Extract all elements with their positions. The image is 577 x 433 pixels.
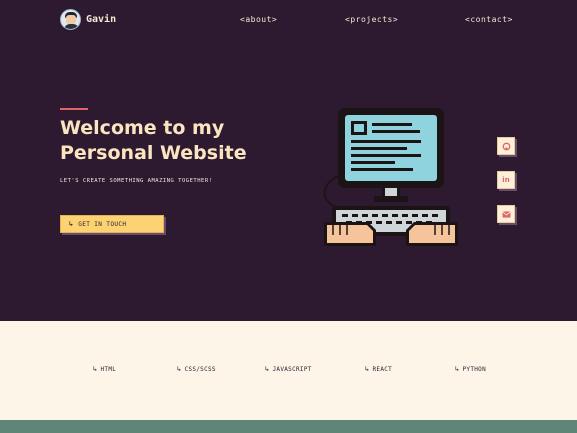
corner-arrow-icon: ↳ [69,219,74,228]
hero-title: Welcome to my Personal Website [60,116,280,166]
corner-arrow-icon: ↳ [365,365,370,373]
computer-illustration [323,108,458,246]
corner-arrow-icon: ↳ [177,365,182,373]
linkedin-icon: in [502,176,510,184]
avatar [60,9,81,30]
nav-projects-link[interactable]: <projects> [345,15,398,24]
github-button[interactable] [497,137,515,155]
skill-label: JAVASCRIPT [272,366,312,373]
get-in-touch-button[interactable]: ↳ GET IN TOUCH [60,215,164,233]
corner-arrow-icon: ↳ [455,365,460,373]
skill-item-react: ↳ REACT [365,365,393,374]
skill-label: REACT [372,366,393,373]
get-in-touch-label: GET IN TOUCH [78,220,127,228]
brand[interactable]: Gavin [60,9,116,30]
hero-title-line-1: Welcome to my [60,117,225,139]
mail-icon [501,210,511,218]
nav-about-link[interactable]: <about> [240,15,277,24]
linkedin-button[interactable]: in [497,171,515,189]
skill-item-css: ↳ CSS/SCSS [177,365,216,374]
skill-label: HTML [100,366,117,373]
github-icon [502,142,510,150]
skill-label: PYTHON [462,366,486,373]
corner-arrow-icon: ↳ [265,365,270,373]
footer-band [0,420,577,433]
skill-item-javascript: ↳ JAVASCRIPT [265,365,312,374]
hero-title-line-2: Personal Website [60,142,247,164]
hero-subtitle: LET'S CREATE SOMETHING AMAZING TOGETHER! [60,178,213,184]
skill-item-python: ↳ PYTHON [455,365,486,374]
corner-arrow-icon: ↳ [93,365,98,373]
mail-button[interactable] [497,205,515,223]
accent-line [60,108,88,110]
nav-contact-link[interactable]: <contact> [465,15,513,24]
skill-label: CSS/SCSS [184,366,216,373]
skill-item-html: ↳ HTML [93,365,117,374]
brand-name: Gavin [86,14,117,25]
